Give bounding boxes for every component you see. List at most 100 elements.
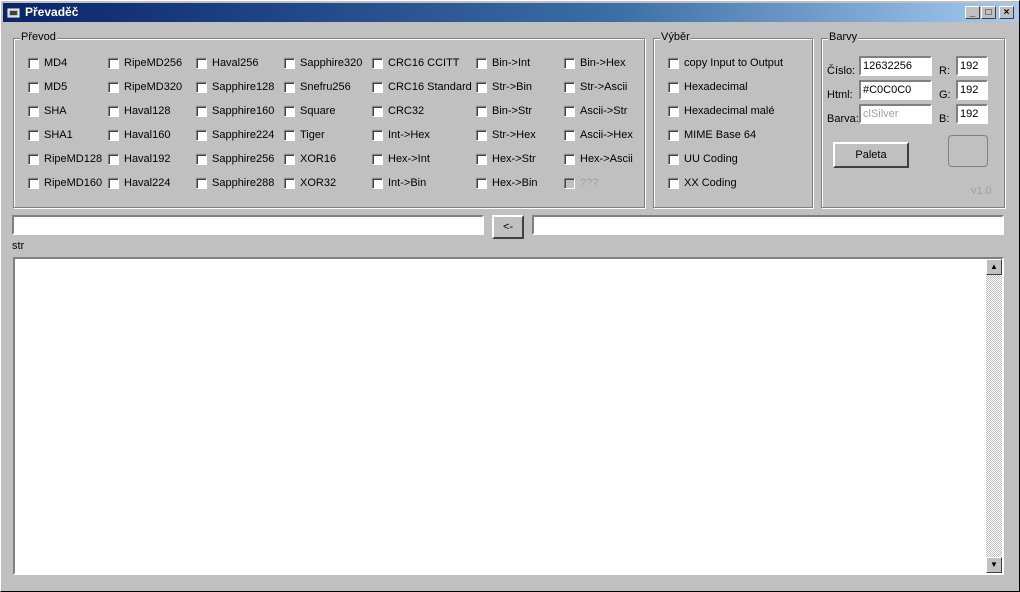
checkbox-box[interactable] [284,57,295,69]
checkbox-box[interactable] [476,129,487,141]
checkbox-box[interactable] [564,105,575,117]
checkbox-box[interactable] [476,105,487,117]
prevod-checkbox-haval160[interactable]: Haval160 [108,128,170,142]
vyber-checkbox-xx-coding[interactable]: XX Coding [668,176,737,190]
prevod-checkbox-snefru256[interactable]: Snefru256 [284,80,351,94]
prevod-checkbox-bin-hex[interactable]: Bin->Hex [564,56,626,70]
checkbox-box[interactable] [28,153,39,165]
checkbox-box[interactable] [196,129,207,141]
prevod-checkbox-hex-str[interactable]: Hex->Str [476,152,536,166]
prevod-checkbox-sapphire288[interactable]: Sapphire288 [196,176,274,190]
prevod-checkbox-int-hex[interactable]: Int->Hex [372,128,430,142]
checkbox-box[interactable] [108,81,119,93]
checkbox-box[interactable] [564,81,575,93]
checkbox-box[interactable] [196,177,207,189]
prevod-checkbox-sapphire160[interactable]: Sapphire160 [196,104,274,118]
prevod-checkbox-xor16[interactable]: XOR16 [284,152,336,166]
prevod-checkbox-xor32[interactable]: XOR32 [284,176,336,190]
prevod-checkbox-str-ascii[interactable]: Str->Ascii [564,80,627,94]
checkbox-box[interactable] [372,153,383,165]
vyber-checkbox-copy-input-to-output[interactable]: copy Input to Output [668,56,783,70]
r-field[interactable]: 192 [956,56,988,76]
checkbox-box[interactable] [564,129,575,141]
result-memo[interactable]: ▲ ▼ [13,257,1004,575]
prevod-checkbox-ascii-str[interactable]: Ascii->Str [564,104,627,118]
prevod-checkbox-haval192[interactable]: Haval192 [108,152,170,166]
checkbox-box[interactable] [108,177,119,189]
html-field[interactable]: #C0C0C0 [859,80,932,100]
prevod-checkbox-sha1[interactable]: SHA1 [28,128,73,142]
minimize-button[interactable]: _ [965,6,980,19]
checkbox-box[interactable] [668,129,679,141]
prevod-checkbox-hex-ascii[interactable]: Hex->Ascii [564,152,633,166]
prevod-checkbox-ripemd160[interactable]: RipeMD160 [28,176,102,190]
checkbox-box[interactable] [476,57,487,69]
checkbox-box[interactable] [196,57,207,69]
checkbox-box[interactable] [476,177,487,189]
prevod-checkbox-hex-bin[interactable]: Hex->Bin [476,176,538,190]
checkbox-box[interactable] [668,177,679,189]
prevod-checkbox-bin-int[interactable]: Bin->Int [476,56,530,70]
checkbox-box[interactable] [196,105,207,117]
prevod-checkbox-tiger[interactable]: Tiger [284,128,325,142]
scroll-down-icon[interactable]: ▼ [986,557,1002,573]
prevod-checkbox-square[interactable]: Square [284,104,335,118]
prevod-checkbox-haval224[interactable]: Haval224 [108,176,170,190]
prevod-checkbox-ripemd128[interactable]: RipeMD128 [28,152,102,166]
checkbox-box[interactable] [196,81,207,93]
checkbox-box[interactable] [284,177,295,189]
checkbox-box[interactable] [284,81,295,93]
prevod-checkbox-crc32[interactable]: CRC32 [372,104,424,118]
prevod-checkbox-ripemd256[interactable]: RipeMD256 [108,56,182,70]
checkbox-box[interactable] [668,57,679,69]
checkbox-box[interactable] [108,153,119,165]
prevod-checkbox-ripemd320[interactable]: RipeMD320 [108,80,182,94]
prevod-checkbox-crc16-standard[interactable]: CRC16 Standard [372,80,472,94]
checkbox-box[interactable] [372,81,383,93]
prevod-checkbox-str-bin[interactable]: Str->Bin [476,80,532,94]
checkbox-box[interactable] [372,57,383,69]
output-field[interactable] [532,215,1004,235]
prevod-checkbox-hex-int[interactable]: Hex->Int [372,152,430,166]
checkbox-box[interactable] [668,81,679,93]
prevod-checkbox-bin-str[interactable]: Bin->Str [476,104,532,118]
checkbox-box[interactable] [284,105,295,117]
vyber-checkbox-hexadecimal-mal-[interactable]: Hexadecimal malé [668,104,774,118]
checkbox-box[interactable] [196,153,207,165]
checkbox-box[interactable] [476,153,487,165]
cislo-field[interactable]: 12632256 [859,56,932,76]
memo-scrollbar[interactable]: ▲ ▼ [986,259,1002,573]
input-field[interactable] [12,215,484,235]
prevod-checkbox-ascii-hex[interactable]: Ascii->Hex [564,128,633,142]
convert-button[interactable]: <- [492,215,524,239]
scroll-up-icon[interactable]: ▲ [986,259,1002,275]
checkbox-box[interactable] [564,57,575,69]
checkbox-box[interactable] [28,105,39,117]
prevod-checkbox-sapphire320[interactable]: Sapphire320 [284,56,362,70]
checkbox-box[interactable] [28,129,39,141]
vyber-checkbox-mime-base-64[interactable]: MIME Base 64 [668,128,756,142]
checkbox-box[interactable] [668,105,679,117]
prevod-checkbox-md4[interactable]: MD4 [28,56,67,70]
paleta-button[interactable]: Paleta [833,142,909,168]
checkbox-box[interactable] [28,177,39,189]
checkbox-box[interactable] [372,129,383,141]
b-field[interactable]: 192 [956,104,988,124]
maximize-button[interactable]: □ [981,6,996,19]
checkbox-box[interactable] [108,129,119,141]
checkbox-box[interactable] [108,105,119,117]
prevod-checkbox-md5[interactable]: MD5 [28,80,67,94]
prevod-checkbox-sha[interactable]: SHA [28,104,67,118]
prevod-checkbox-int-bin[interactable]: Int->Bin [372,176,426,190]
prevod-checkbox-crc16-ccitt[interactable]: CRC16 CCITT [372,56,460,70]
prevod-checkbox-haval128[interactable]: Haval128 [108,104,170,118]
title-bar[interactable]: Převaděč _ □ × [3,3,1019,22]
checkbox-box[interactable] [28,81,39,93]
checkbox-box[interactable] [28,57,39,69]
checkbox-box[interactable] [372,105,383,117]
barva-field[interactable]: clSilver [859,104,932,124]
checkbox-box[interactable] [372,177,383,189]
prevod-checkbox-haval256[interactable]: Haval256 [196,56,258,70]
vyber-checkbox-uu-coding[interactable]: UU Coding [668,152,738,166]
checkbox-box[interactable] [564,153,575,165]
